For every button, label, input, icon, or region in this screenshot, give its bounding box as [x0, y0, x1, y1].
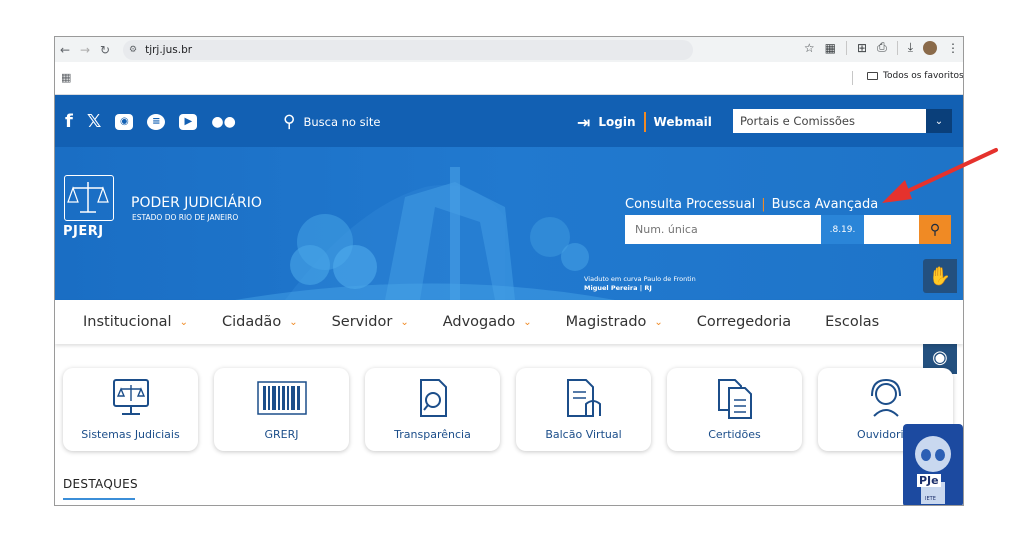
annotation-arrow	[882, 148, 998, 203]
